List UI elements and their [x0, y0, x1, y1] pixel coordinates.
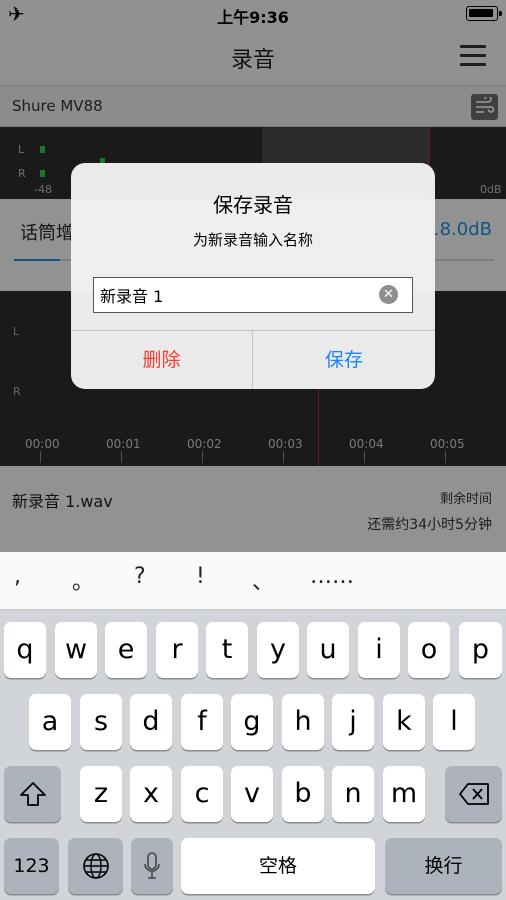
- keyboard-candidate-bar: , 。 ? ! 、 ……: [0, 552, 506, 610]
- backspace-key[interactable]: [445, 766, 502, 822]
- candidate-item[interactable]: 。: [72, 564, 94, 596]
- key-z[interactable]: z: [80, 766, 122, 822]
- key-h[interactable]: h: [282, 694, 324, 750]
- key-m[interactable]: m: [383, 766, 425, 822]
- save-recording-dialog: 保存录音 为新录音输入名称 ✕ 删除 保存: [71, 163, 435, 389]
- key-p[interactable]: p: [459, 622, 502, 678]
- candidate-item[interactable]: ,: [14, 564, 21, 589]
- key-n[interactable]: n: [332, 766, 374, 822]
- key-u[interactable]: u: [307, 622, 349, 678]
- key-y[interactable]: y: [257, 622, 299, 678]
- key-s[interactable]: s: [80, 694, 122, 750]
- key-x[interactable]: x: [130, 766, 172, 822]
- shift-icon: [19, 782, 46, 806]
- key-l[interactable]: l: [433, 694, 475, 750]
- recording-name-input[interactable]: [93, 277, 413, 313]
- candidate-item[interactable]: ?: [134, 564, 146, 589]
- backspace-icon: [458, 783, 489, 805]
- key-f[interactable]: f: [181, 694, 223, 750]
- key-d[interactable]: d: [130, 694, 172, 750]
- key-e[interactable]: e: [105, 622, 147, 678]
- key-w[interactable]: w: [55, 622, 97, 678]
- key-i[interactable]: i: [358, 622, 400, 678]
- shift-key[interactable]: [4, 766, 61, 822]
- candidate-item[interactable]: !: [196, 564, 205, 589]
- key-k[interactable]: k: [383, 694, 425, 750]
- dialog-message: 为新录音输入名称: [192, 231, 313, 249]
- globe-icon: [82, 853, 109, 879]
- key-q[interactable]: q: [4, 622, 46, 678]
- candidate-item[interactable]: 、: [252, 564, 274, 596]
- key-o[interactable]: o: [408, 622, 450, 678]
- dialog-buttons: 删除 保存: [71, 330, 435, 389]
- dialog-title: 保存录音: [213, 193, 293, 217]
- space-key[interactable]: 空格: [181, 838, 375, 894]
- return-key[interactable]: 换行: [385, 838, 502, 894]
- key-v[interactable]: v: [231, 766, 273, 822]
- recorder-app: ✈ 上午9:36 录音 Shure MV88 L R -48 0dB 话筒增 1…: [0, 0, 506, 900]
- key-j[interactable]: j: [332, 694, 374, 750]
- microphone-icon: [144, 852, 160, 879]
- save-button[interactable]: 保存: [253, 331, 435, 389]
- candidate-item[interactable]: ……: [310, 564, 354, 589]
- dictation-key[interactable]: [131, 838, 173, 894]
- key-r[interactable]: r: [156, 622, 198, 678]
- numbers-key[interactable]: 123: [4, 838, 59, 894]
- key-g[interactable]: g: [231, 694, 273, 750]
- keyboard: q w e r t y u i o p a s d f g h j k l z …: [0, 610, 506, 900]
- clear-text-icon[interactable]: ✕: [379, 285, 398, 304]
- key-t[interactable]: t: [206, 622, 248, 678]
- key-a[interactable]: a: [29, 694, 71, 750]
- key-c[interactable]: c: [181, 766, 223, 822]
- key-b[interactable]: b: [282, 766, 324, 822]
- delete-button[interactable]: 删除: [71, 331, 253, 389]
- globe-key[interactable]: [68, 838, 123, 894]
